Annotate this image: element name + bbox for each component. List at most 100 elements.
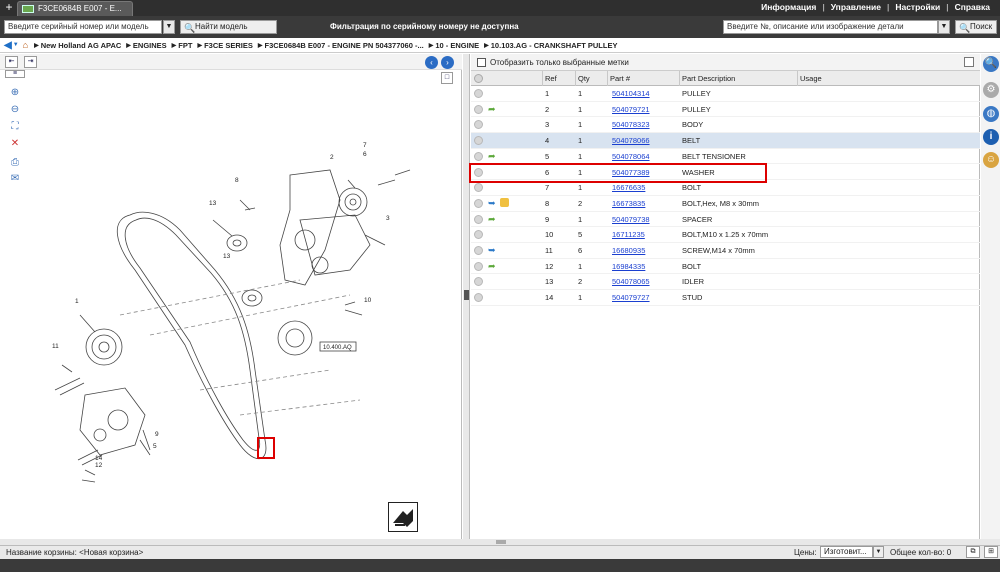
replacement-arrow-icon[interactable]: ➦ xyxy=(488,104,496,115)
add-to-cart-icon[interactable] xyxy=(474,293,483,303)
table-row[interactable]: ➦ 2 1 504079721 PULLEY xyxy=(471,102,980,118)
nav-info[interactable]: Информация xyxy=(755,2,822,12)
cell-ref: 7 xyxy=(545,183,550,193)
search-button[interactable]: 🔍 Поиск xyxy=(955,20,997,34)
col-ref[interactable]: Ref xyxy=(545,74,557,83)
add-to-cart-icon[interactable] xyxy=(474,104,483,114)
cell-part-link[interactable]: 16984335 xyxy=(612,262,645,271)
table-row[interactable]: 10 5 16711235 BOLT,M10 x 1.25 x 70mm xyxy=(471,227,980,243)
add-all-icon[interactable] xyxy=(474,74,483,83)
cell-part-link[interactable]: 504078065 xyxy=(612,277,650,286)
new-tab-plus-icon[interactable]: + xyxy=(3,1,15,14)
table-row[interactable]: 14 1 504079727 STUD xyxy=(471,290,980,306)
cell-part-link[interactable]: 504078066 xyxy=(612,136,650,145)
find-model-button[interactable]: 🔍 Найти модель xyxy=(180,20,277,34)
add-to-cart-icon[interactable] xyxy=(474,261,483,271)
add-to-cart-icon[interactable] xyxy=(474,89,483,98)
cell-description: BOLT xyxy=(682,261,702,271)
alternate-arrow-icon[interactable]: ➥ xyxy=(488,198,496,209)
settings-icon[interactable]: ⚙ xyxy=(983,82,999,98)
col-qty[interactable]: Qty xyxy=(578,74,590,83)
cart-icon[interactable]: ⊞ xyxy=(984,546,998,558)
filter-message: Фильтрация по серийному номеру не доступ… xyxy=(330,22,519,31)
cell-part-link[interactable]: 16680935 xyxy=(612,246,645,255)
breadcrumb-item-fpt[interactable]: FPT xyxy=(178,41,192,50)
info-icon[interactable]: i xyxy=(983,129,999,145)
serial-dropdown-icon[interactable]: ▼ xyxy=(163,20,175,34)
col-usage[interactable]: Usage xyxy=(800,74,822,83)
cell-part-link[interactable]: 504079727 xyxy=(612,293,650,302)
replacement-arrow-icon[interactable]: ➦ xyxy=(488,261,496,272)
table-row[interactable]: ➦ 9 1 504079738 SPACER xyxy=(471,212,980,228)
globe-icon[interactable]: ◍ xyxy=(983,106,999,122)
add-to-cart-icon[interactable] xyxy=(474,214,483,224)
prices-select[interactable]: Изготовит... xyxy=(820,546,873,558)
home-icon[interactable]: ⌂ xyxy=(23,40,28,50)
table-row[interactable]: 3 1 504078323 BODY xyxy=(471,117,980,134)
user-icon[interactable]: ☺ xyxy=(983,152,999,168)
cell-qty: 1 xyxy=(578,104,583,114)
add-to-cart-icon[interactable] xyxy=(474,136,483,146)
tab-current[interactable]: F3CE0684B E007 - E... xyxy=(17,1,133,16)
prices-dropdown-icon[interactable]: ▼ xyxy=(873,546,884,558)
breadcrumb-item-model[interactable]: F3CE0684B E007 - ENGINE PN 504377060 -..… xyxy=(264,41,423,50)
add-to-cart-icon[interactable] xyxy=(474,183,483,193)
cell-part-link[interactable]: 16711235 xyxy=(612,230,645,239)
scroll-grip[interactable] xyxy=(496,540,506,544)
part-search-input[interactable]: Введите №, описание или изображение дета… xyxy=(723,20,938,34)
breadcrumb-item-section[interactable]: 10 - ENGINE xyxy=(435,41,479,50)
cell-part-link[interactable]: 16673835 xyxy=(612,199,645,208)
table-row[interactable]: 1 1 504104314 PULLEY xyxy=(471,86,980,102)
collapse-icon[interactable]: ⇤ xyxy=(5,56,18,68)
expand-icon[interactable]: ⇥ xyxy=(24,56,37,68)
prev-page-icon[interactable]: ‹ xyxy=(425,56,438,69)
col-part-number[interactable]: Part # xyxy=(610,74,630,83)
cell-part-link[interactable]: 504078323 xyxy=(612,120,650,129)
belt-callout-highlight[interactable] xyxy=(257,437,275,459)
add-to-cart-icon[interactable] xyxy=(474,151,483,161)
replacement-arrow-icon[interactable]: ➦ xyxy=(488,151,496,162)
cell-part-link[interactable]: 504078064 xyxy=(612,152,650,161)
maximize-icon[interactable] xyxy=(964,57,974,67)
exploded-parts-drawing[interactable]: 7 6 2 8 13 3 1 10 11 9 5 14 12 13 10.400… xyxy=(0,70,462,540)
next-page-icon[interactable]: › xyxy=(441,56,454,69)
cell-part-link[interactable]: 504104314 xyxy=(612,89,650,98)
cell-part-link[interactable]: 504079721 xyxy=(612,105,650,114)
replacement-arrow-icon[interactable]: ➦ xyxy=(488,214,496,225)
next-page-arrow-icon[interactable] xyxy=(388,502,418,532)
kit-icon[interactable] xyxy=(500,197,509,207)
breadcrumb-item-engines[interactable]: ENGINES xyxy=(133,41,167,50)
add-to-cart-icon[interactable] xyxy=(474,246,483,255)
chevron-down-icon[interactable]: ▼ xyxy=(13,42,19,48)
add-to-cart-icon[interactable] xyxy=(474,198,483,208)
table-row[interactable]: ➦ 12 1 16984335 BOLT xyxy=(471,259,980,275)
add-to-cart-icon[interactable] xyxy=(474,277,483,287)
copy-icon[interactable]: ⧉ xyxy=(966,546,980,558)
table-row[interactable]: 4 1 504078066 BELT xyxy=(471,133,980,149)
breadcrumb-item-series[interactable]: F3CE SERIES xyxy=(204,41,253,50)
cart-name[interactable]: <Новая корзина> xyxy=(79,548,143,557)
add-to-cart-icon[interactable] xyxy=(474,230,483,240)
magnifier-icon[interactable]: 🔍 xyxy=(983,56,999,72)
pane-splitter[interactable] xyxy=(463,54,470,539)
table-row[interactable]: ➥ 8 2 16673835 BOLT,Hex, M8 x 30mm xyxy=(471,196,980,212)
cell-ref: 10 xyxy=(545,230,554,240)
nav-management[interactable]: Управление xyxy=(825,2,887,12)
alternate-arrow-icon[interactable]: ➥ xyxy=(488,245,496,256)
show-selected-checkbox[interactable] xyxy=(477,58,486,67)
cell-part-link[interactable]: 504079738 xyxy=(612,215,650,224)
column-divider xyxy=(679,71,680,86)
table-row[interactable]: 13 2 504078065 IDLER xyxy=(471,274,980,291)
splitter-grip[interactable] xyxy=(464,290,469,300)
nav-help[interactable]: Справка xyxy=(949,2,996,12)
part-search-dropdown-icon[interactable]: ▼ xyxy=(938,20,950,34)
add-to-cart-icon[interactable] xyxy=(474,120,483,130)
breadcrumb-item-brand[interactable]: New Holland AG APAC xyxy=(41,41,122,50)
col-description[interactable]: Part Description xyxy=(682,74,735,83)
nav-settings[interactable]: Настройки xyxy=(889,2,946,12)
breadcrumb-item-current[interactable]: 10.103.AG - CRANKSHAFT PULLEY xyxy=(491,41,618,50)
serial-model-input[interactable]: Введите серийный номер или модель xyxy=(4,20,162,34)
cell-part-link[interactable]: 16676635 xyxy=(612,183,645,192)
back-arrow-icon[interactable]: ◀ xyxy=(4,40,12,51)
table-row[interactable]: ➥ 11 6 16680935 SCREW,M14 x 70mm xyxy=(471,243,980,259)
